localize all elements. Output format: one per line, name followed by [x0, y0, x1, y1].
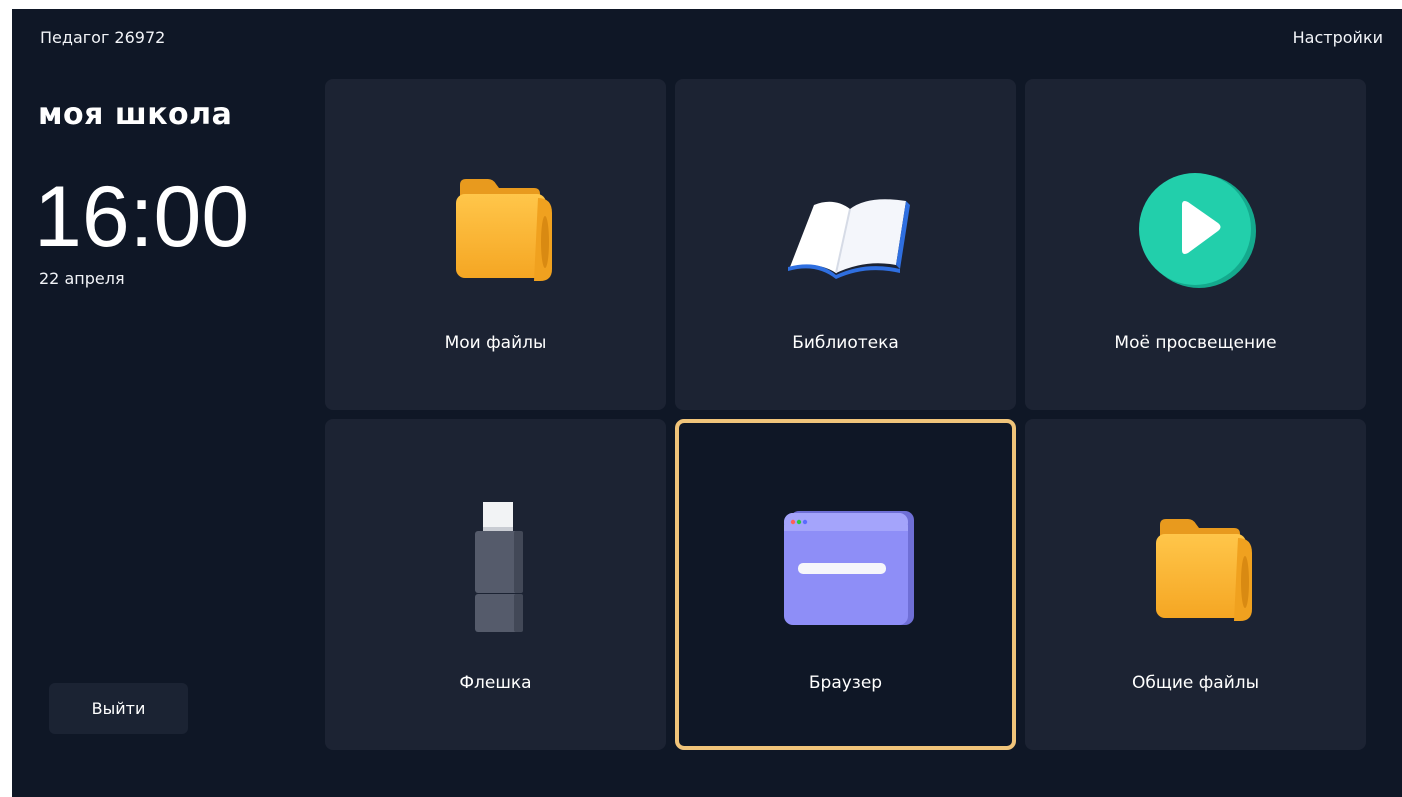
play-icon [1138, 173, 1256, 288]
user-name: Педагог 26972 [40, 28, 166, 47]
tile-label: Флешка [459, 673, 532, 693]
minimize-dot-icon [802, 519, 807, 525]
tile-label: Библиотека [792, 333, 899, 353]
desktop-screen: Педагог 26972 Настройки моя школа 16:00 … [12, 9, 1402, 797]
tile-label: Браузер [808, 673, 883, 693]
tile-browser[interactable]: Браузер [675, 419, 1016, 750]
brand-logo: моя школа [38, 97, 233, 132]
tile-shared-files[interactable]: Общие файлы [1025, 419, 1366, 750]
tile-my-files[interactable]: Мои файлы [325, 79, 666, 410]
browser-window-icon [783, 511, 914, 625]
maximize-dot-icon [796, 519, 801, 525]
settings-link[interactable]: Настройки [1293, 28, 1383, 47]
tile-library[interactable]: Библиотека [675, 79, 1016, 410]
folder-icon [455, 179, 552, 281]
folder-icon [1155, 519, 1252, 621]
clock-time: 16:00 [34, 169, 250, 265]
tile-label: Мои файлы [444, 333, 547, 353]
usb-flash-drive-icon [474, 502, 523, 632]
clock-date: 22 апреля [39, 269, 125, 288]
tile-my-prosv[interactable]: Моё просвещение [1025, 79, 1366, 410]
logout-button[interactable]: Выйти [49, 683, 188, 734]
tile-label: Общие файлы [1131, 673, 1260, 693]
close-dot-icon [790, 519, 795, 525]
book-icon [787, 199, 910, 279]
tile-usb[interactable]: Флешка [325, 419, 666, 750]
tile-label: Моё просвещение [1114, 333, 1277, 353]
